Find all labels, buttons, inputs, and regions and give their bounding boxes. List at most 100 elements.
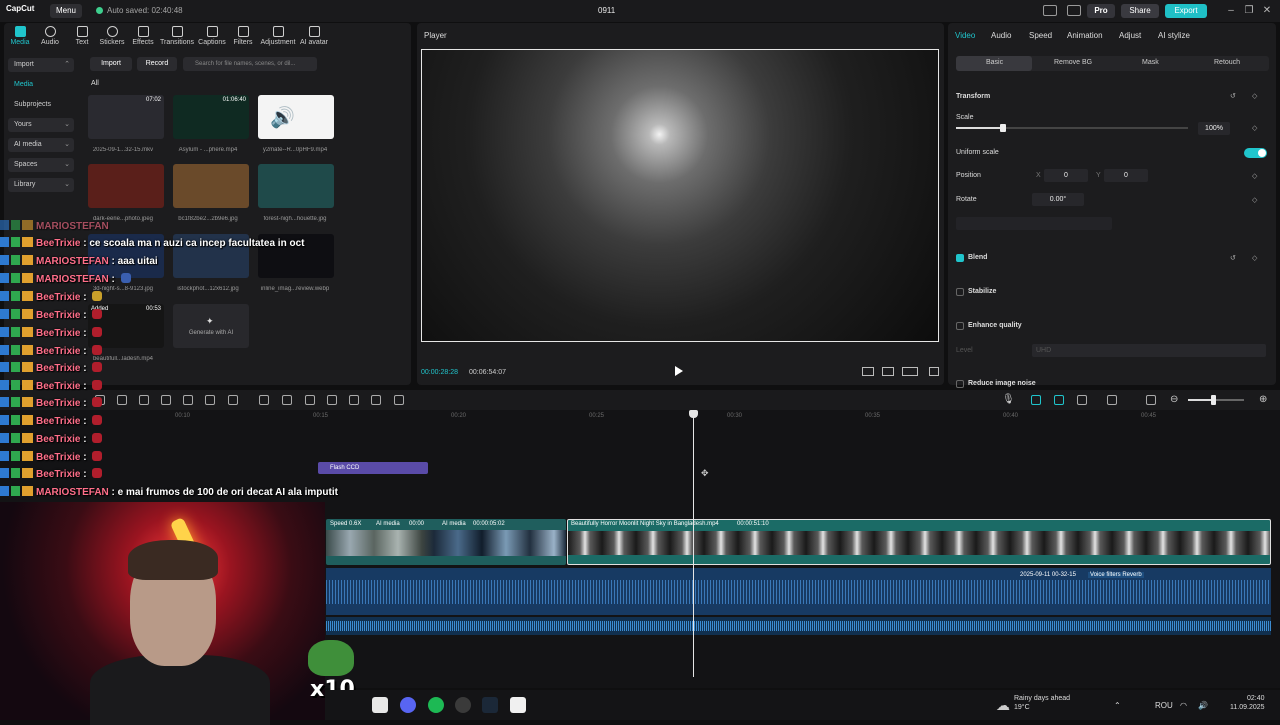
chain-icon[interactable] [1077, 395, 1087, 405]
tool-effects[interactable]: Effects [125, 26, 161, 46]
scale-value-input[interactable]: 100% [1198, 122, 1230, 135]
reset-icon[interactable]: ↺ [1230, 92, 1236, 100]
pro-button[interactable]: Pro [1087, 4, 1115, 18]
zoom-fit-icon[interactable] [882, 367, 894, 376]
tab-ai-stylize[interactable]: AI stylize [1158, 31, 1190, 40]
tab-video[interactable]: Video [955, 31, 975, 40]
sidebar-library[interactable]: Library ⌄ [8, 178, 74, 192]
sidebar-import[interactable]: Import ⌃ [8, 58, 74, 72]
keyframe-icon[interactable]: ◇ [1252, 254, 1257, 262]
media-thumb[interactable] [258, 164, 334, 208]
reset-icon[interactable]: ↺ [1230, 254, 1236, 262]
noise-label[interactable]: Reduce image noise [968, 380, 1036, 387]
ratio-icon[interactable] [902, 367, 918, 376]
position-x-input[interactable]: 0 [1044, 169, 1088, 182]
media-thumb[interactable] [88, 164, 164, 208]
blend-checkbox[interactable] [956, 254, 964, 262]
layout-icon[interactable] [1043, 5, 1057, 16]
capcut-icon[interactable] [510, 697, 526, 713]
speed-icon[interactable] [228, 395, 238, 405]
audio-split-icon[interactable] [394, 395, 404, 405]
discord-icon[interactable] [400, 697, 416, 713]
spotify-icon[interactable] [428, 697, 444, 713]
volume-icon[interactable]: 🔊 [1198, 701, 1208, 710]
taskbar-clock[interactable]: 02:40 11.09.2025 [1230, 694, 1265, 712]
tab-animation[interactable]: Animation [1067, 31, 1103, 40]
split-left-icon[interactable] [117, 395, 127, 405]
align-buttons[interactable] [956, 217, 1112, 230]
sidebar-subprojects[interactable]: Subprojects [8, 98, 74, 112]
stabilize-checkbox[interactable] [956, 288, 964, 296]
sidebar-ai-media[interactable]: AI media ⌄ [8, 138, 74, 152]
playhead-line[interactable] [693, 412, 694, 677]
mirror-icon[interactable] [305, 395, 315, 405]
crop-icon[interactable] [205, 395, 215, 405]
obs-icon[interactable] [455, 697, 471, 713]
zoom-slider-handle[interactable] [1211, 395, 1216, 405]
language-indicator[interactable]: ROU [1155, 701, 1173, 710]
share-button[interactable]: Share [1121, 4, 1159, 18]
generate-with-ai-button[interactable]: ✦ Generate with AI [173, 304, 249, 348]
uniform-scale-toggle[interactable] [1244, 148, 1267, 158]
magnet-icon[interactable] [1054, 395, 1064, 405]
tool-filters[interactable]: Filters [225, 26, 261, 46]
maximize-icon[interactable]: ❐ [1242, 4, 1256, 18]
rotate-input[interactable]: 0.00° [1032, 193, 1084, 206]
steam-icon[interactable] [482, 697, 498, 713]
stabilize-label[interactable]: Stabilize [968, 288, 996, 295]
transform-heading[interactable]: Transform [956, 93, 990, 100]
enhance-checkbox[interactable] [956, 322, 964, 330]
microphone-icon[interactable]: 🎙 [1002, 394, 1015, 405]
playhead-handle[interactable] [689, 410, 698, 418]
subtab-basic[interactable]: Basic [986, 59, 1003, 66]
wifi-icon[interactable]: ◠ [1180, 701, 1187, 710]
chevron-up-icon[interactable]: ⌃ [1114, 701, 1121, 710]
files-icon[interactable] [372, 697, 388, 713]
tab-audio[interactable]: Audio [991, 31, 1011, 40]
keyframe-icon[interactable]: ◇ [1252, 172, 1257, 180]
weather-widget[interactable]: Rainy days ahead 19°C [1014, 694, 1070, 712]
keyframe-icon[interactable]: ◇ [1252, 124, 1257, 132]
sidebar-spaces[interactable]: Spaces ⌄ [8, 158, 74, 172]
enhance-label[interactable]: Enhance quality [968, 322, 1022, 329]
zoom-out-icon[interactable]: ⊖ [1170, 394, 1178, 405]
import-button[interactable]: Import [90, 57, 132, 71]
sidebar-media[interactable]: Media [8, 78, 74, 92]
tool-adjustment[interactable]: Adjustment [260, 26, 296, 46]
preview-axis-icon[interactable] [1107, 395, 1117, 405]
shield-icon[interactable] [183, 395, 193, 405]
minimize-icon[interactable]: – [1224, 4, 1238, 18]
caption-icon[interactable] [349, 395, 359, 405]
keyframe-icon[interactable]: ◇ [1252, 196, 1257, 204]
play-icon[interactable] [675, 366, 683, 376]
split-right-icon[interactable] [139, 395, 149, 405]
effect-clip-flash-ccd[interactable]: Flash CCD [318, 462, 428, 474]
menu-button[interactable]: Menu [50, 4, 82, 18]
close-icon[interactable]: ✕ [1260, 4, 1274, 18]
magic-icon[interactable] [327, 395, 337, 405]
zoom-in-icon[interactable]: ⊕ [1259, 394, 1267, 405]
tool-transitions[interactable]: Transitions [159, 26, 195, 46]
image-icon[interactable] [371, 395, 381, 405]
subtab-retouch[interactable]: Retouch [1214, 59, 1240, 66]
video-preview[interactable] [421, 49, 939, 342]
sidebar-yours[interactable]: Yours ⌄ [8, 118, 74, 132]
tab-adjust[interactable]: Adjust [1119, 31, 1141, 40]
filter-all[interactable]: All [91, 80, 99, 87]
media-thumb[interactable] [173, 164, 249, 208]
tool-audio[interactable]: Audio [32, 26, 68, 46]
noise-checkbox[interactable] [956, 380, 964, 388]
media-thumb[interactable]: 🔊 [258, 95, 334, 139]
keyframe-icon[interactable]: ◇ [1252, 92, 1257, 100]
subtab-mask[interactable]: Mask [1142, 59, 1159, 66]
freeze-icon[interactable] [259, 395, 269, 405]
scale-slider-handle[interactable] [1000, 124, 1006, 132]
fit-icon[interactable] [1146, 395, 1156, 405]
record-button[interactable]: Record [137, 57, 177, 71]
blend-label[interactable]: Blend [968, 254, 987, 261]
link-icon[interactable] [1031, 395, 1041, 405]
shortcuts-icon[interactable] [1067, 5, 1081, 16]
media-thumb[interactable]: 01:06:40 [173, 95, 249, 139]
fullscreen-icon[interactable] [929, 367, 939, 376]
crop-icon[interactable] [862, 367, 874, 376]
